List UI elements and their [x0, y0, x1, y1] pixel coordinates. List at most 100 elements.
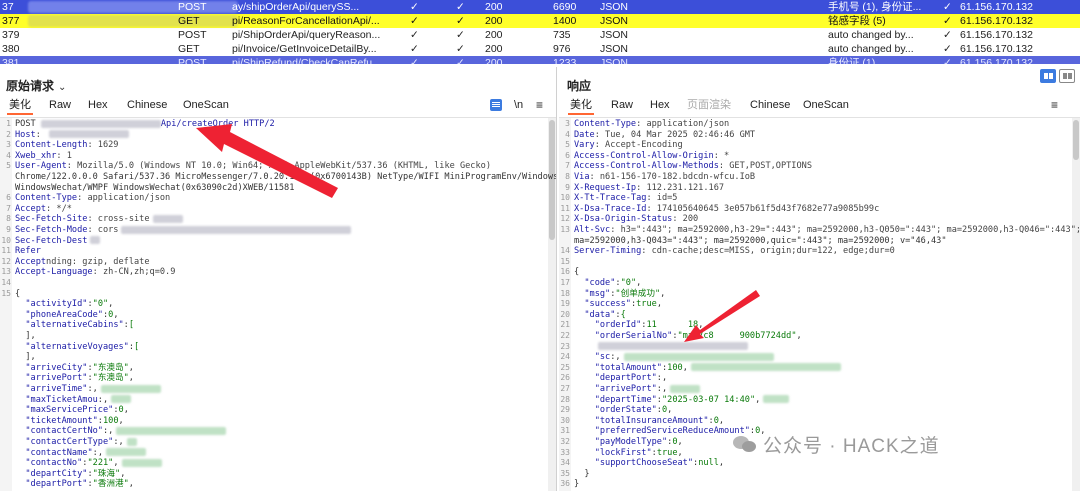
line-number: 29 [560, 405, 570, 415]
line-number: 27 [560, 384, 570, 393]
tab-1[interactable]: Raw [47, 97, 73, 115]
code-line: Sec-Fetch-Dest [15, 236, 101, 247]
comma: , [615, 352, 621, 363]
response-scrollbar[interactable] [1072, 118, 1080, 491]
code-text: Chrome/122.0.0.0 Safari/537.36 MicroMess… [15, 172, 556, 182]
json-value: "珠海" [92, 468, 121, 479]
tab-1[interactable]: Raw [609, 97, 635, 115]
request-editor[interactable]: 1 POST Api/createOrder HTTP/2 2 Host: 3 Cont… [0, 117, 556, 491]
code-line: { [15, 289, 20, 300]
pretty-print-icon[interactable] [490, 99, 502, 111]
redacted-value [623, 352, 774, 361]
table-row[interactable]: 379 POST pi/ShipOrderApi/queryReason... ✓ ✓ 2… [0, 28, 1080, 42]
json-value: "2025-03-07 14:40" [661, 394, 756, 405]
code-line: "msg":"创单成功", [574, 289, 665, 300]
header-name: Refer [15, 246, 41, 257]
tab-0[interactable]: 美化 [7, 97, 33, 115]
cell-check3: ✓ [943, 43, 952, 55]
header-value: : h3=":443"; ma=2592000,h3-29=":443"; ma… [610, 225, 1080, 235]
code-text: ], [15, 331, 36, 341]
json-key: "success" [584, 299, 631, 310]
table-row[interactable]: 381 POST pi/ShipRefund/CheckCanRefu... ✓ ✓ 20… [0, 56, 1080, 64]
code-line: "sc:, [574, 352, 774, 363]
header-name: X-Dsa-Trace-Id [574, 203, 647, 214]
header-name: Sec-Fetch-Site [15, 214, 88, 225]
header-value: : zh-CN,zh;q=0.9 [92, 267, 176, 278]
proxy-history-table[interactable]: 37 POST ay/shipOrderApi/querySS... ✓ ✓ 200 669… [0, 0, 1080, 64]
tab-4[interactable]: OneScan [181, 97, 231, 115]
json-key: "lockFirst" [594, 447, 652, 458]
chevron-down-icon[interactable]: ⌄ [58, 82, 66, 93]
tab-2[interactable]: Hex [648, 97, 672, 115]
table-row[interactable]: 377 GET pi/ReasonForCancellationApi/... ✓ ✓ 2… [0, 14, 1080, 28]
code-line: Server-Timing: cdn-cache;desc=MISS, orig… [574, 246, 895, 257]
scroll-thumb[interactable] [1073, 120, 1079, 160]
header-value: : * [713, 150, 730, 161]
comma: , [677, 437, 683, 447]
split-view-icon[interactable] [1040, 69, 1056, 83]
redacted-value [111, 395, 132, 404]
json-key: "totalInsuranceAmount" [594, 415, 709, 426]
header-value: : cors [87, 225, 119, 235]
header-value: : application/json [636, 119, 730, 129]
line-number: 10 [560, 193, 570, 203]
code-line: ], [15, 331, 36, 342]
response-panel: 响应 美化 Raw Hex 页面渲染 Chinese OneScan ≡ 3 Content… [559, 67, 1080, 491]
watermark: 公众号 · HACK之道 [731, 430, 940, 458]
code-line: "departTime":"2025-03-07 14:40", [574, 394, 790, 406]
tab-5[interactable]: OneScan [801, 97, 851, 115]
json-value: "东澳岛" [92, 373, 129, 384]
request-tabs: 美化 Raw Hex Chinese OneScan [0, 97, 556, 115]
request-title[interactable]: 原始请求 ⌄ [6, 77, 66, 94]
cell-check3: ✓ [943, 1, 952, 13]
tab-3[interactable]: Chinese [125, 97, 169, 115]
response-title-text: 响应 [567, 79, 592, 93]
code-text: WindowsWechat/WMPF WindowsWechat(0x63090… [15, 182, 295, 193]
header-name: Accept-Language [15, 267, 93, 278]
newline-toggle-icon[interactable]: \n [514, 97, 523, 113]
json-value: true [656, 447, 678, 458]
code-line: Accept-Language: zh-CN,zh;q=0.9 [15, 267, 175, 278]
tab-4[interactable]: Chinese [748, 97, 792, 115]
comma: , [120, 468, 126, 479]
cell-length: 1233 [553, 57, 577, 64]
response-tabs: 美化 Raw Hex 页面渲染 Chinese OneScan [559, 97, 1080, 115]
single-view-icon[interactable] [1059, 69, 1075, 83]
header-value: : cdn-cache;desc=MISS, origin;dur=122, e… [641, 246, 895, 257]
cell-url: pi/ShipRefund/CheckCanRefu... [232, 57, 381, 64]
json-value: "0" [92, 299, 109, 310]
header-name: Access-Control-Allow-Origin [574, 150, 714, 161]
comma: , [97, 447, 103, 458]
json-key: "arrivePort" [25, 373, 88, 384]
code-line: "arrivePort":, [574, 384, 701, 395]
json-key: "maxTicketAmou [25, 394, 98, 405]
cell-id: 381 [2, 57, 20, 64]
code-line: WindowsWechat/WMPF WindowsWechat(0x63090… [15, 183, 294, 194]
cell-url: pi/Invoice/GetInvoiceDetailBy... [232, 43, 377, 55]
tab-2[interactable]: Hex [86, 97, 110, 115]
watermark-text: 公众号 · HACK之道 [763, 435, 940, 457]
line-number: 36 [560, 479, 570, 489]
line-number: 10 [1, 235, 11, 245]
tab-3[interactable]: 页面渲染 [685, 97, 733, 115]
cell-status: 200 [485, 29, 503, 41]
cell-check2: ✓ [456, 57, 465, 64]
code-text: } [574, 479, 580, 490]
header-value: : 174105640645 3e057b61f5d43f7682e77a908… [646, 203, 880, 214]
menu-icon[interactable]: ≡ [536, 97, 543, 113]
line-number: 14 [560, 246, 570, 256]
tab-0[interactable]: 美化 [568, 97, 594, 115]
code-text: { [574, 267, 580, 278]
menu-icon[interactable]: ≡ [1051, 97, 1058, 113]
header-name: User-Agent [15, 161, 67, 172]
table-row[interactable]: 37 POST ay/shipOrderApi/querySS... ✓ ✓ 200 669… [0, 0, 1080, 14]
comma: , [698, 320, 704, 331]
code-line: "totalAmount":100, [574, 363, 841, 374]
table-row[interactable]: 380 GET pi/Invoice/GetInvoiceDetailBy... ✓ ✓… [0, 42, 1080, 56]
